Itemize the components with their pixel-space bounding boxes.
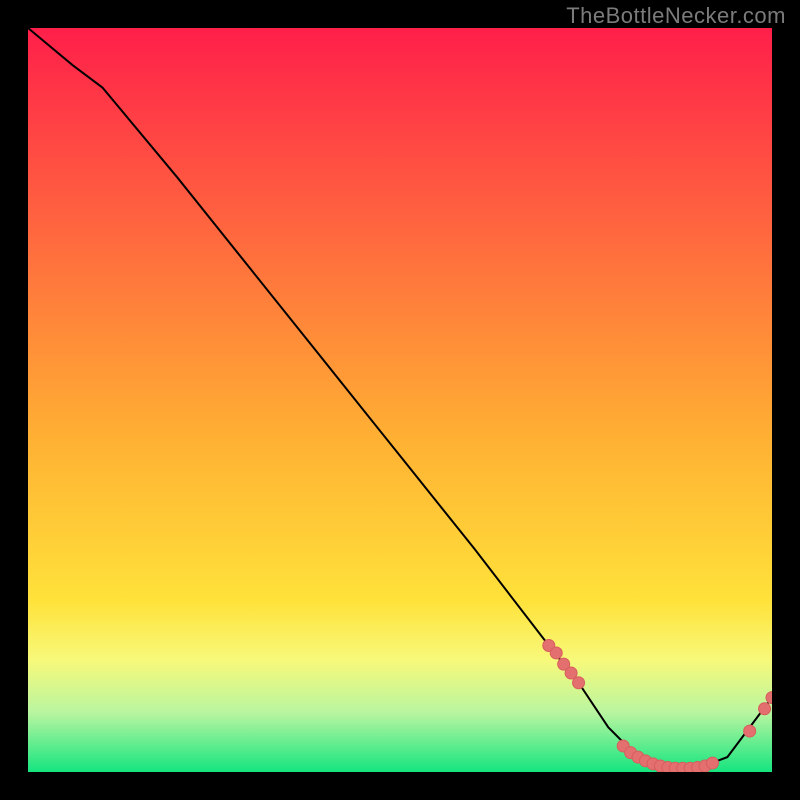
chart-marker [706,757,718,769]
chart-marker [744,725,756,737]
chart-marker [759,703,771,715]
page-root: TheBottleNecker.com [0,0,800,800]
bottleneck-chart [28,28,772,772]
chart-container [28,28,772,772]
chart-marker [550,647,562,659]
chart-background [28,28,772,772]
attribution-text: TheBottleNecker.com [566,3,786,29]
chart-marker [573,677,585,689]
